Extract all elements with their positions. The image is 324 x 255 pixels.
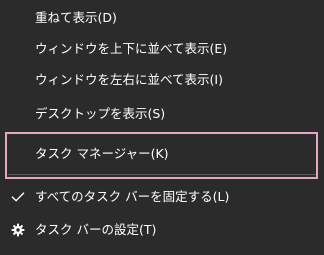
menu-item-lock-taskbar[interactable]: すべてのタスク バーを固定する(L): [0, 181, 324, 213]
menu-item-label: 重ねて表示(D): [35, 9, 117, 25]
menu-item-label: すべてのタスク バーを固定する(L): [35, 188, 230, 204]
menu-separator: [8, 133, 316, 134]
menu-item-label: ウィンドウを左右に並べて表示(I): [35, 71, 223, 87]
menu-item-cascade-windows[interactable]: 重ねて表示(D): [0, 2, 324, 34]
menu-item-taskbar-settings[interactable]: タスク バーの設定(T): [0, 214, 324, 246]
menu-item-show-desktop[interactable]: デスクトップを表示(S): [0, 98, 324, 130]
menu-item-label: タスク バーの設定(T): [35, 221, 157, 237]
menu-item-label: デスクトップを表示(S): [35, 105, 166, 121]
gear-icon: [10, 222, 26, 238]
taskbar-context-menu: 重ねて表示(D) ウィンドウを上下に並べて表示(E) ウィンドウを左右に並べて表…: [0, 0, 324, 255]
menu-item-stack-windows[interactable]: ウィンドウを上下に並べて表示(E): [0, 33, 324, 65]
menu-item-label: ウィンドウを上下に並べて表示(E): [35, 40, 228, 56]
menu-separator: [8, 174, 316, 175]
menu-item-task-manager[interactable]: タスク マネージャー(K): [0, 138, 324, 170]
menu-item-label: タスク マネージャー(K): [35, 145, 169, 161]
menu-item-side-by-side-windows[interactable]: ウィンドウを左右に並べて表示(I): [0, 64, 324, 96]
checkmark-icon: [10, 189, 26, 205]
